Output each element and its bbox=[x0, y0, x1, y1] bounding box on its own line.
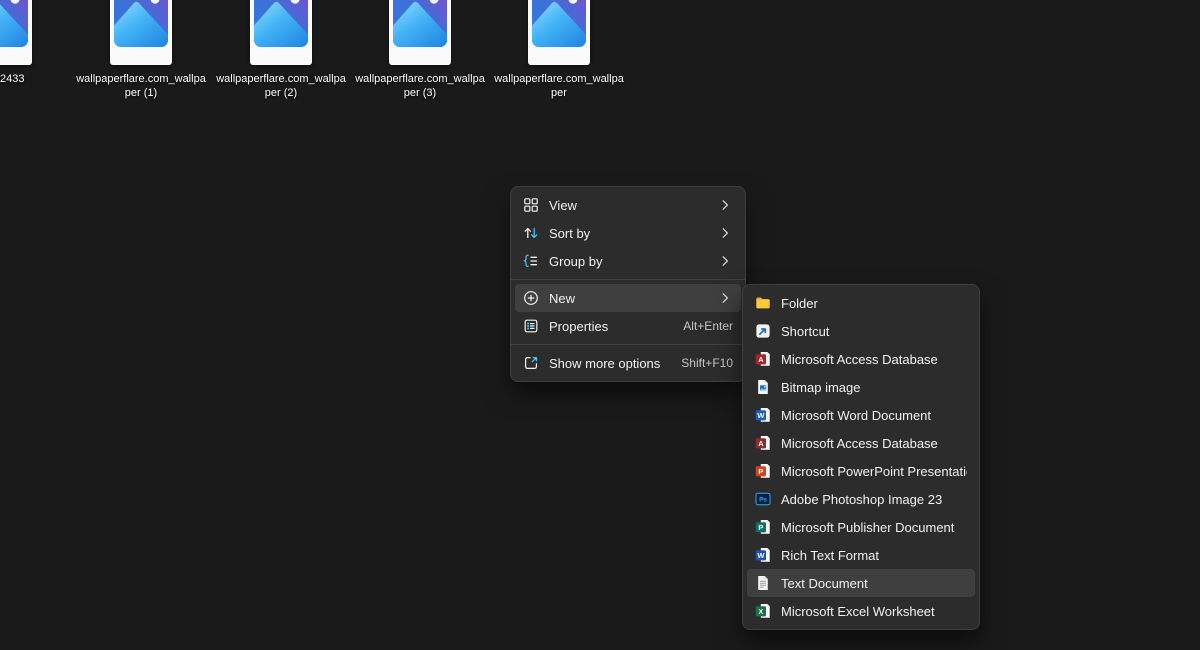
rtf-icon: W bbox=[755, 547, 771, 563]
chevron-right-icon bbox=[717, 225, 733, 241]
desktop-context-menu: View Sort by Group by New Properties Alt+Ente… bbox=[510, 186, 746, 382]
svg-text:Ps: Ps bbox=[759, 497, 767, 504]
menu-separator bbox=[511, 279, 745, 280]
menu-item-microsoft-access-database[interactable]: A Microsoft Access Database bbox=[747, 429, 975, 457]
photoshop-icon: Ps bbox=[755, 491, 771, 507]
menu-item-microsoft-access-database[interactable]: A Microsoft Access Database bbox=[747, 345, 975, 373]
menu-item-microsoft-word-document[interactable]: W Microsoft Word Document bbox=[747, 401, 975, 429]
menu-item-label: Shortcut bbox=[781, 324, 967, 339]
menu-item-label: Microsoft Word Document bbox=[781, 408, 967, 423]
svg-text:W: W bbox=[757, 411, 764, 420]
menu-item-show-more-options[interactable]: Show more options Shift+F10 bbox=[515, 349, 741, 377]
excel-icon: X bbox=[755, 603, 771, 619]
image-file-icon bbox=[250, 0, 312, 65]
menu-item-rich-text-format[interactable]: W Rich Text Format bbox=[747, 541, 975, 569]
desktop-icon[interactable]: wallpaperflare.com_wallpaper (3) bbox=[350, 0, 490, 100]
desktop-icon-label: wallpaperflare.com_wallpaper bbox=[494, 72, 624, 100]
svg-text:P: P bbox=[758, 523, 763, 532]
chevron-right-icon bbox=[717, 197, 733, 213]
publisher-icon: P bbox=[755, 519, 771, 535]
new-icon bbox=[523, 290, 539, 306]
svg-text:A: A bbox=[758, 439, 764, 448]
menu-item-shortcut: Shift+F10 bbox=[681, 356, 733, 370]
menu-item-label: Microsoft Excel Worksheet bbox=[781, 604, 967, 619]
access-icon: A bbox=[755, 351, 771, 367]
view-icon bbox=[523, 197, 539, 213]
svg-text:P: P bbox=[758, 467, 763, 476]
menu-item-label: Microsoft Access Database bbox=[781, 436, 967, 451]
image-file-icon bbox=[389, 0, 451, 65]
access-alt-icon: A bbox=[755, 435, 771, 451]
show-more-options-icon bbox=[523, 355, 539, 371]
menu-item-properties[interactable]: Properties Alt+Enter bbox=[515, 312, 741, 340]
menu-item-folder[interactable]: Folder bbox=[747, 289, 975, 317]
sort-icon bbox=[523, 225, 539, 241]
menu-item-label: View bbox=[549, 198, 707, 213]
menu-item-text-document[interactable]: Text Document bbox=[747, 569, 975, 597]
menu-item-microsoft-excel-worksheet[interactable]: X Microsoft Excel Worksheet bbox=[747, 597, 975, 625]
menu-item-label: Bitmap image bbox=[781, 380, 967, 395]
new-submenu: Folder Shortcut A Microsoft Access Databas… bbox=[742, 284, 980, 630]
menu-item-microsoft-publisher-document[interactable]: P Microsoft Publisher Document bbox=[747, 513, 975, 541]
menu-item-label: Microsoft Publisher Document bbox=[781, 520, 967, 535]
chevron-right-icon bbox=[717, 290, 733, 306]
svg-text:W: W bbox=[757, 551, 764, 560]
menu-item-label: Folder bbox=[781, 296, 967, 311]
svg-text:X: X bbox=[758, 607, 763, 616]
menu-item-new[interactable]: New bbox=[515, 284, 741, 312]
menu-item-label: Adobe Photoshop Image 23 bbox=[781, 492, 967, 507]
svg-text:A: A bbox=[758, 355, 764, 364]
menu-item-shortcut[interactable]: Shortcut bbox=[747, 317, 975, 345]
word-icon: W bbox=[755, 407, 771, 423]
desktop-icon-label: wallpaperflare.com_wallpaper (1) bbox=[76, 72, 206, 100]
text-document-icon bbox=[755, 575, 771, 591]
desktop-icon[interactable]: wallpaperflare.com_wallpaper (2) bbox=[211, 0, 351, 100]
menu-item-sort-by[interactable]: Sort by bbox=[515, 219, 741, 247]
desktop-icon[interactable]: 2433 bbox=[0, 0, 71, 86]
menu-item-label: Microsoft Access Database bbox=[781, 352, 967, 367]
menu-item-label: Rich Text Format bbox=[781, 548, 967, 563]
chevron-right-icon bbox=[717, 253, 733, 269]
menu-item-label: Group by bbox=[549, 254, 707, 269]
shortcut-icon bbox=[755, 323, 771, 339]
desktop-icon-label: wallpaperflare.com_wallpaper (2) bbox=[216, 72, 346, 100]
desktop-icon[interactable]: wallpaperflare.com_wallpaper bbox=[489, 0, 629, 100]
powerpoint-icon: P bbox=[755, 463, 771, 479]
menu-item-shortcut: Alt+Enter bbox=[683, 319, 733, 333]
image-file-icon bbox=[0, 0, 32, 65]
menu-item-view[interactable]: View bbox=[515, 191, 741, 219]
menu-item-label: Properties bbox=[549, 319, 673, 334]
group-icon bbox=[523, 253, 539, 269]
menu-item-microsoft-powerpoint-presentation[interactable]: P Microsoft PowerPoint Presentation bbox=[747, 457, 975, 485]
folder-icon bbox=[755, 295, 771, 311]
desktop-icon[interactable]: wallpaperflare.com_wallpaper (1) bbox=[71, 0, 211, 100]
image-file-icon bbox=[110, 0, 172, 65]
desktop-icon-label: 2433 bbox=[0, 72, 24, 86]
menu-item-label: Sort by bbox=[549, 226, 707, 241]
menu-item-label: Text Document bbox=[781, 576, 967, 591]
desktop-icon-label: wallpaperflare.com_wallpaper (3) bbox=[355, 72, 485, 100]
menu-item-label: Show more options bbox=[549, 356, 671, 371]
properties-icon bbox=[523, 318, 539, 334]
bitmap-image-icon bbox=[755, 379, 771, 395]
image-file-icon bbox=[528, 0, 590, 65]
menu-item-bitmap-image[interactable]: Bitmap image bbox=[747, 373, 975, 401]
menu-item-label: New bbox=[549, 291, 707, 306]
menu-item-adobe-photoshop-image-23[interactable]: Ps Adobe Photoshop Image 23 bbox=[747, 485, 975, 513]
menu-separator bbox=[511, 344, 745, 345]
menu-item-group-by[interactable]: Group by bbox=[515, 247, 741, 275]
menu-item-label: Microsoft PowerPoint Presentation bbox=[781, 464, 967, 479]
